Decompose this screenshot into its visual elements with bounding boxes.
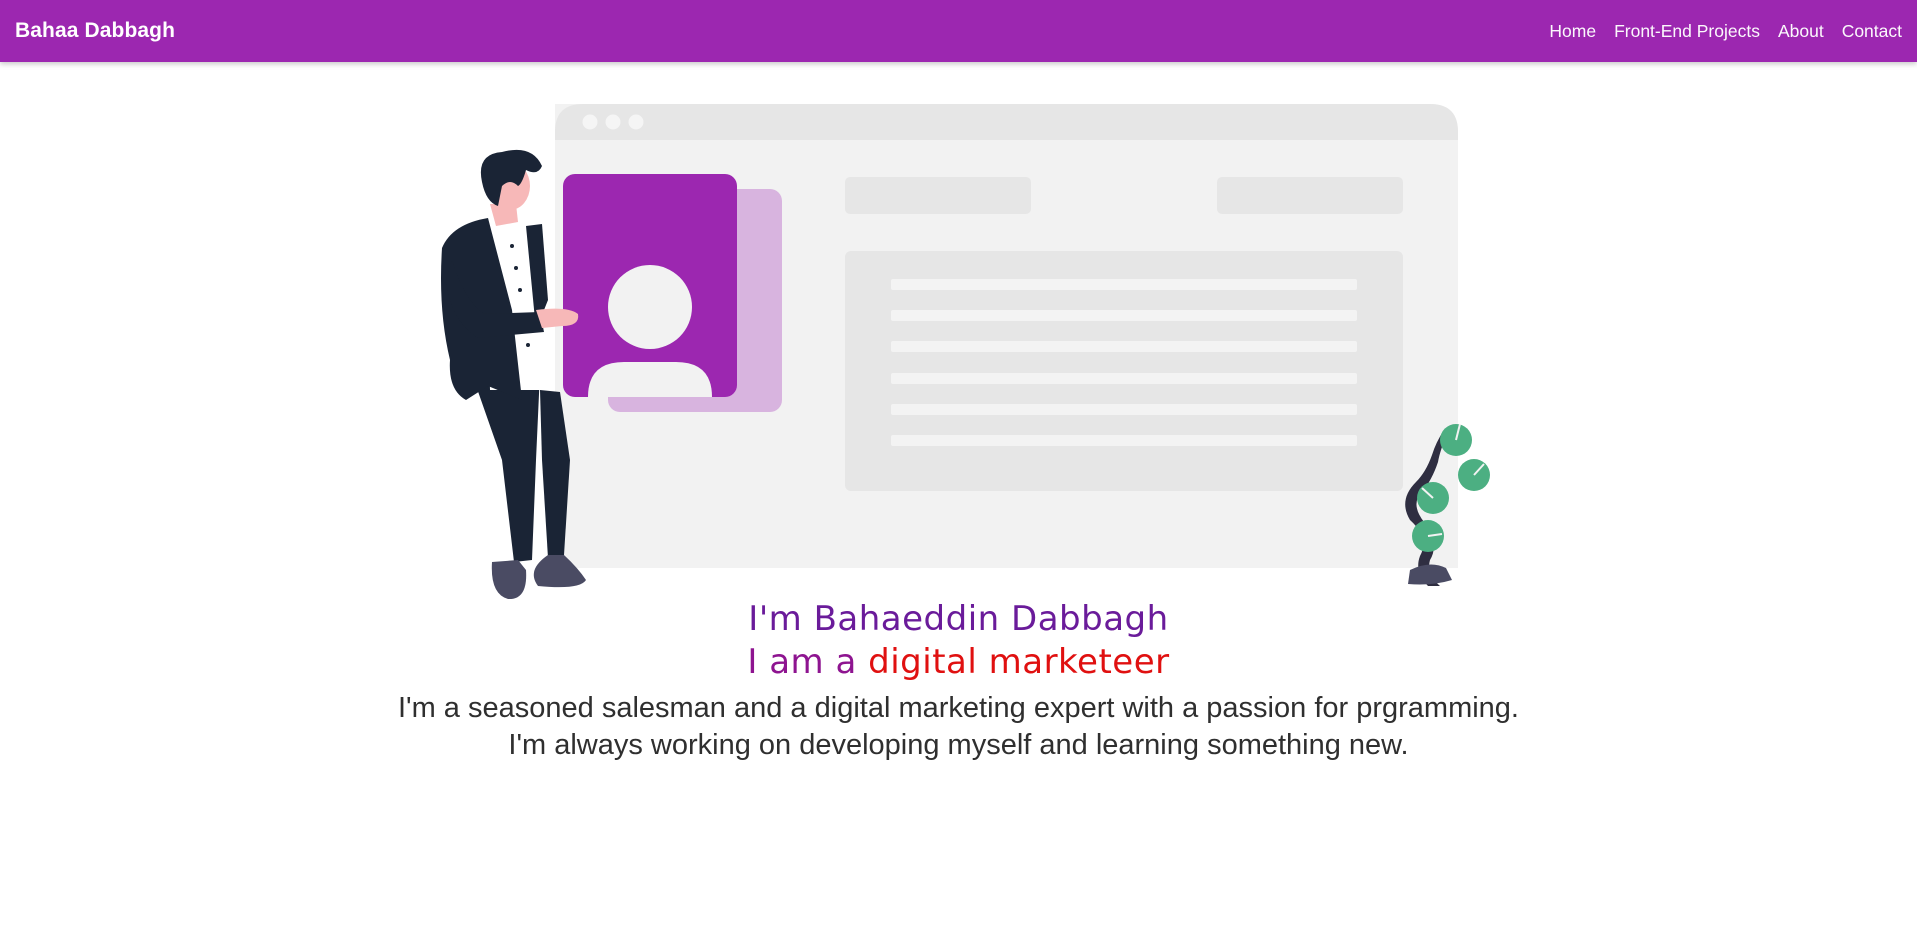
profile-card-icon xyxy=(563,174,782,412)
nav-contact-link[interactable]: Contact xyxy=(1842,21,1902,42)
top-navbar: Bahaa Dabbagh Home Front-End Projects Ab… xyxy=(0,0,1917,62)
window-dot-icon xyxy=(605,114,621,130)
bio-line: I'm a seasoned salesman and a digital ma… xyxy=(398,692,1519,724)
nav-home-link[interactable]: Home xyxy=(1549,21,1596,42)
nav-links: Home Front-End Projects About Contact xyxy=(1549,21,1902,42)
subhead-prefix: I am a xyxy=(747,642,869,682)
brand-link[interactable]: Bahaa Dabbagh xyxy=(15,19,175,43)
hero-subheadline: I am a digital marketeer xyxy=(0,641,1917,684)
hero-text: I'm Bahaeddin Dabbagh I am a digital mar… xyxy=(0,598,1917,764)
hero-illustration xyxy=(441,104,1490,600)
nav-about-link[interactable]: About xyxy=(1778,21,1824,42)
window-dot-icon xyxy=(628,114,644,130)
hero-headline: I'm Bahaeddin Dabbagh xyxy=(748,599,1169,639)
bio-line: I'm always working on developing myself … xyxy=(508,729,1409,761)
window-dot-icon xyxy=(582,114,598,130)
nav-front-end-projects-link[interactable]: Front-End Projects xyxy=(1614,21,1760,42)
hero-bio: I'm a seasoned salesman and a digital ma… xyxy=(0,690,1917,764)
typed-role-text: digital marketeer xyxy=(868,642,1170,682)
